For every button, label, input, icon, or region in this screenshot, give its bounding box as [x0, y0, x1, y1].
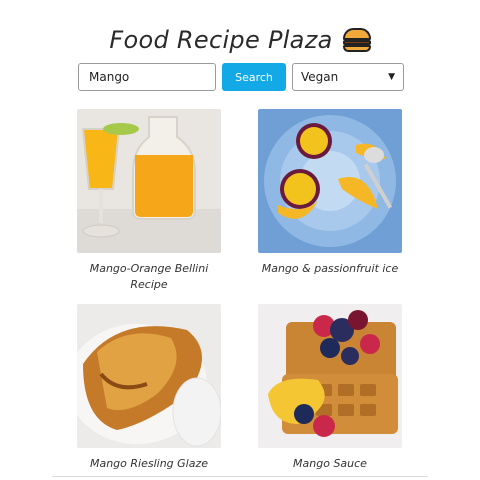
burger-icon	[342, 28, 371, 52]
recipe-title[interactable]: Mango-Orange Bellini Recipe	[77, 261, 221, 293]
recipe-card[interactable]: Mango Sauce	[258, 304, 402, 472]
search-input[interactable]	[78, 63, 216, 91]
diet-filter-select[interactable]: Vegan ▼	[292, 63, 404, 91]
page-title: Food Recipe Plaza	[109, 26, 371, 54]
chevron-down-icon: ▼	[388, 72, 395, 82]
recipe-card[interactable]: Mango-Orange Bellini Recipe	[77, 109, 221, 293]
search-button[interactable]: Search	[222, 63, 286, 91]
diet-filter-value: Vegan	[301, 70, 339, 84]
recipe-title[interactable]: Mango Riesling Glaze	[77, 456, 221, 472]
recipe-title[interactable]: Mango & passionfruit ice	[258, 261, 402, 277]
recipe-image[interactable]	[77, 109, 221, 253]
page-header: Food Recipe Plaza	[0, 26, 480, 54]
recipe-image[interactable]	[258, 304, 402, 448]
page-title-text: Food Recipe Plaza	[109, 26, 333, 54]
recipe-title[interactable]: Mango Sauce	[258, 456, 402, 472]
recipe-image[interactable]	[258, 109, 402, 253]
search-bar: Search Vegan ▼	[78, 63, 404, 91]
recipe-card[interactable]: Mango & passionfruit ice	[258, 109, 402, 277]
recipe-image[interactable]	[77, 304, 221, 448]
bottom-divider	[52, 476, 428, 477]
recipe-card[interactable]: Mango Riesling Glaze	[77, 304, 221, 472]
